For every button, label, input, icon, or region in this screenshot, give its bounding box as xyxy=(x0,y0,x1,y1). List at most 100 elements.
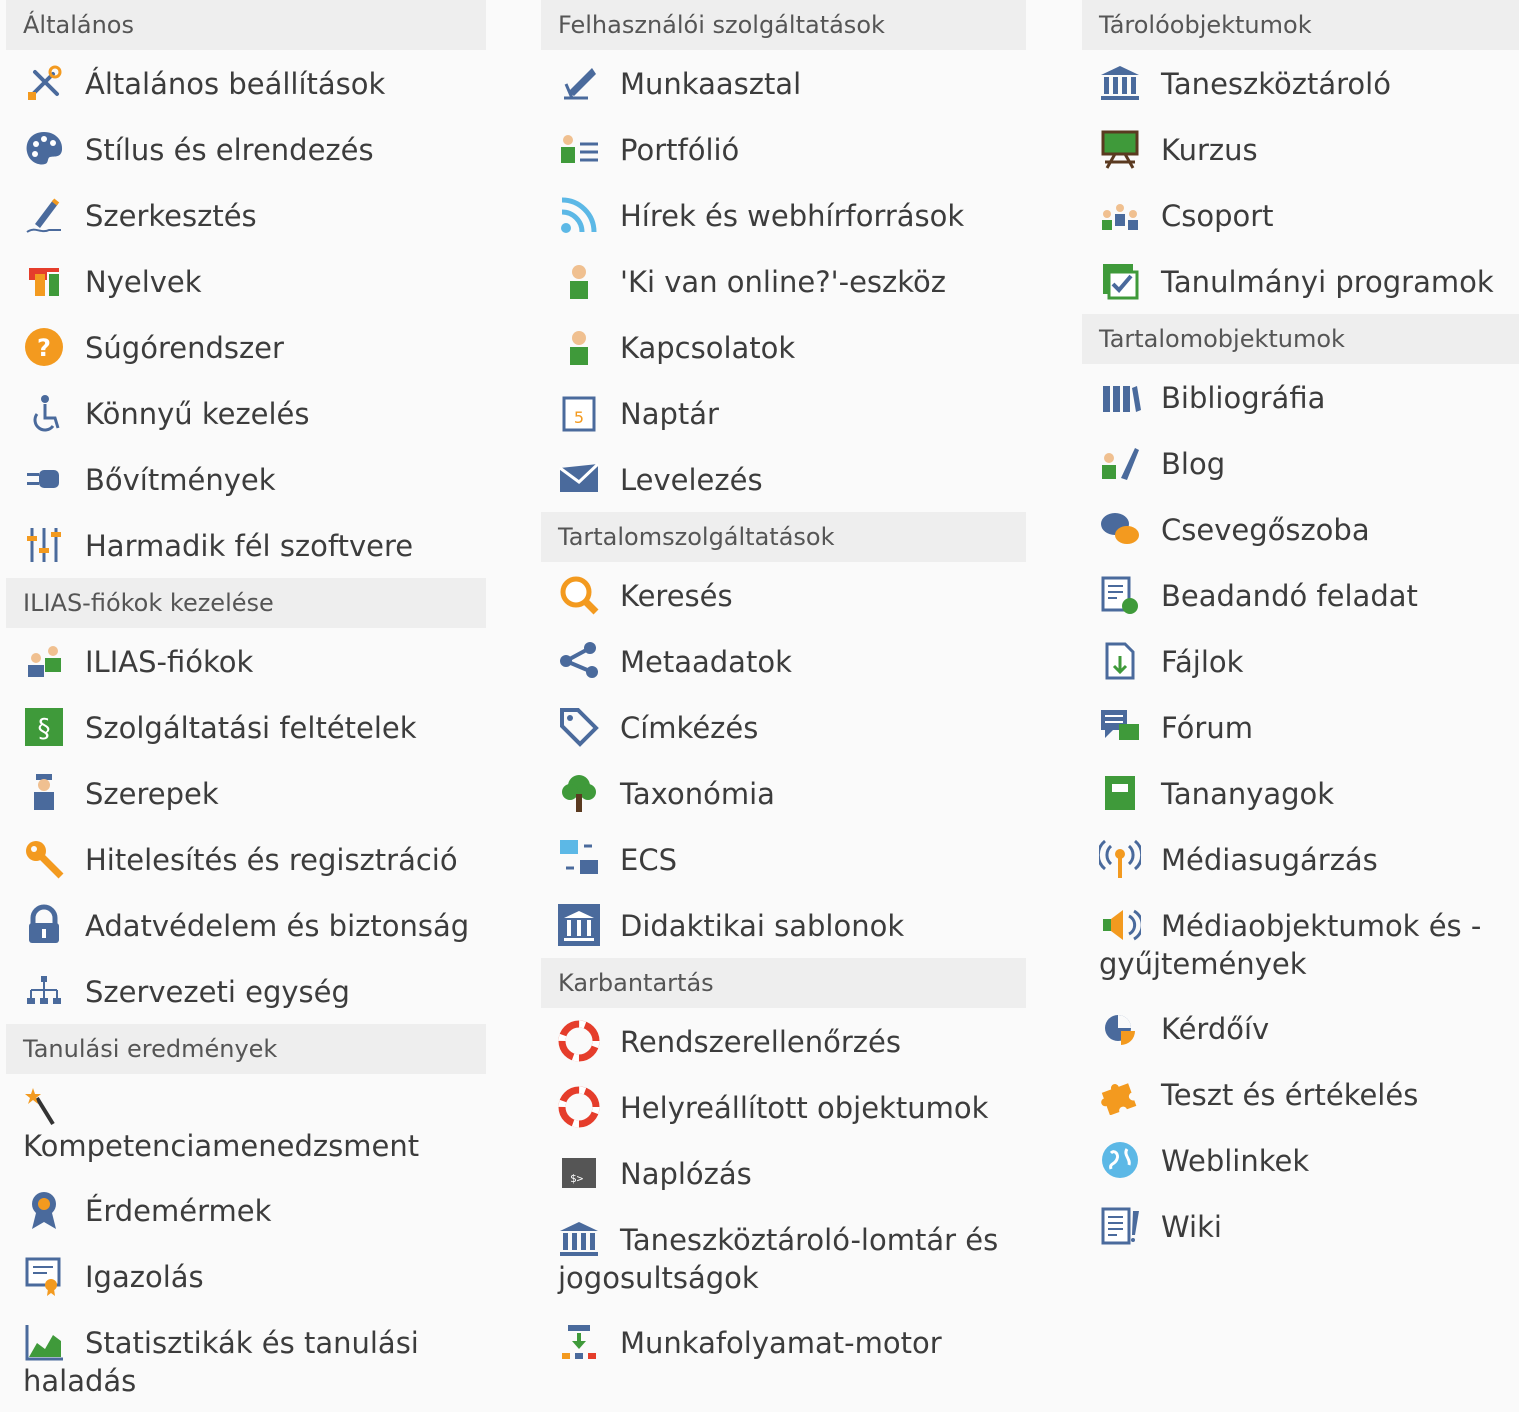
paragraph-icon: § xyxy=(23,706,69,748)
menu-item-hitelesites-es-regisztracio[interactable]: Hitelesítés és regisztráció xyxy=(6,826,486,892)
rss-icon xyxy=(558,194,604,236)
menu-item-label: Könnyű kezelés xyxy=(85,397,310,431)
menu-item-tanulmanyi-programok[interactable]: Tanulmányi programok xyxy=(1082,248,1519,314)
lifebuoy-icon xyxy=(558,1020,604,1062)
menu-item-label: Általános beállítások xyxy=(85,67,386,101)
menu-item-munkaasztal[interactable]: Munkaasztal xyxy=(541,50,1026,116)
menu-item-label: Keresés xyxy=(620,579,733,613)
menu-item-adatvedelem-es-biztonsag[interactable]: Adatvédelem és biztonság xyxy=(6,892,486,958)
accessibility-icon xyxy=(23,392,69,434)
menu-item-blog[interactable]: Blog xyxy=(1082,430,1519,496)
menu-item-ki-van-online-eszkoz[interactable]: 'Ki van online?'-eszköz xyxy=(541,248,1026,314)
menu-item-statisztikak-es-tanulasi-haladas[interactable]: Statisztikák és tanulási haladás xyxy=(6,1309,486,1412)
menu-item-label: Metaadatok xyxy=(620,645,792,679)
menu-item-csoport[interactable]: Csoport xyxy=(1082,182,1519,248)
menu-item-label: Érdemérmek xyxy=(85,1194,272,1228)
menu-item-label: Naplózás xyxy=(620,1157,752,1191)
menu-item-szervezeti-egyseg[interactable]: Szervezeti egység xyxy=(6,958,486,1024)
menu-item-bovitmenyek[interactable]: Bővítmények xyxy=(6,446,486,512)
menu-item-label: Igazolás xyxy=(85,1260,204,1294)
badge-icon xyxy=(23,1189,69,1231)
svg-text:5: 5 xyxy=(574,408,584,427)
key-icon xyxy=(23,838,69,880)
menu-item-helyreallitott-objektumok[interactable]: Helyreállított objektumok xyxy=(541,1074,1026,1140)
menu-item-nyelvek[interactable]: Nyelvek xyxy=(6,248,486,314)
menu-item-label: Szolgáltatási feltételek xyxy=(85,711,417,745)
menu-item-munkafolyamat-motor[interactable]: Munkafolyamat-motor xyxy=(541,1309,1026,1375)
menu-item-forum[interactable]: Fórum xyxy=(1082,694,1519,760)
menu-item-sugorendszer[interactable]: ? Súgórendszer xyxy=(6,314,486,380)
menu-item-mediasugarzas[interactable]: Médiasugárzás xyxy=(1082,826,1519,892)
menu-item-kurzus[interactable]: Kurzus xyxy=(1082,116,1519,182)
menu-item-igazolas[interactable]: Igazolás xyxy=(6,1243,486,1309)
menu-item-label: Szervezeti egység xyxy=(85,975,350,1009)
menu-item-szolgaltatasi-feltetelek[interactable]: § Szolgáltatási feltételek xyxy=(6,694,486,760)
desk-icon xyxy=(558,62,604,104)
puzzle-icon xyxy=(1099,1073,1145,1115)
menu-item-harmadik-fel-szoftvere[interactable]: Harmadik fél szoftvere xyxy=(6,512,486,578)
tag-icon xyxy=(558,706,604,748)
menu-item-erdemermek[interactable]: Érdemérmek xyxy=(6,1177,486,1243)
menu-item-label: ILIAS-fiókok xyxy=(85,645,254,679)
menu-item-kereses[interactable]: Keresés xyxy=(541,562,1026,628)
menu-item-naptar[interactable]: 5 Naptár xyxy=(541,380,1026,446)
forum-icon xyxy=(1099,706,1145,748)
menu-item-tananyagok[interactable]: Tananyagok xyxy=(1082,760,1519,826)
repository-icon xyxy=(1099,62,1145,104)
menu-item-naplozas[interactable]: $> Naplózás xyxy=(541,1140,1026,1206)
menu-item-cimkezes[interactable]: Címkézés xyxy=(541,694,1026,760)
menu-item-kapcsolatok[interactable]: Kapcsolatok xyxy=(541,314,1026,380)
menu-item-levelezes[interactable]: Levelezés xyxy=(541,446,1026,512)
menu-item-fajlok[interactable]: Fájlok xyxy=(1082,628,1519,694)
menu-item-beadando-feladat[interactable]: Beadandó feladat xyxy=(1082,562,1519,628)
menu-item-label: Blog xyxy=(1161,447,1226,481)
menu-item-label: Wiki xyxy=(1161,1210,1222,1244)
menu-item-bibliografia[interactable]: Bibliográfia xyxy=(1082,364,1519,430)
menu-item-ecs[interactable]: ECS xyxy=(541,826,1026,892)
menu-item-label: Kapcsolatok xyxy=(620,331,796,365)
menu-item-taneszkoztarolo[interactable]: Taneszköztároló xyxy=(1082,50,1519,116)
menu-item-wiki[interactable]: Wiki xyxy=(1082,1193,1519,1259)
certificate-icon xyxy=(23,1255,69,1297)
menu-item-label: Nyelvek xyxy=(85,265,202,299)
menu-item-hirek-es-webhirforrasok[interactable]: Hírek és webhírforrások xyxy=(541,182,1026,248)
menu-item-label: 'Ki van online?'-eszköz xyxy=(620,265,946,299)
menu-item-weblinkek[interactable]: Weblinkek xyxy=(1082,1127,1519,1193)
menu-item-kompetenciamenedzsment[interactable]: Kompetenciamenedzsment xyxy=(6,1074,486,1177)
menu-item-teszt-es-ertekeles[interactable]: Teszt és értékelés xyxy=(1082,1061,1519,1127)
tools-icon xyxy=(23,62,69,104)
menu-item-label: Naptár xyxy=(620,397,719,431)
menu-item-mediaobjektumok-es-gyujtemenyek[interactable]: Médiaobjektumok és -gyűjtemények xyxy=(1082,892,1519,995)
org-unit-icon xyxy=(23,970,69,1012)
menu-item-portfolio[interactable]: Portfólió xyxy=(541,116,1026,182)
section-header-karbantartas: Karbantartás xyxy=(541,958,1026,1008)
menu-item-label: Rendszerellenőrzés xyxy=(620,1025,901,1059)
section-header-tartalomobjektumok: Tartalomobjektumok xyxy=(1082,314,1519,364)
menu-item-taneszkoztarolo-lomtar-es-jogosultsagok[interactable]: Taneszköztároló-lomtár és jogosultságok xyxy=(541,1206,1026,1309)
menu-item-label: Bibliográfia xyxy=(1161,381,1326,415)
role-icon xyxy=(23,772,69,814)
menu-item-label: Taneszköztároló-lomtár és jogosultságok xyxy=(558,1223,999,1295)
menu-item-konnyu-kezeles[interactable]: Könnyű kezelés xyxy=(6,380,486,446)
learning-module-icon xyxy=(1099,772,1145,814)
menu-item-csevegoszoba[interactable]: Csevegőszoba xyxy=(1082,496,1519,562)
svg-text:§: § xyxy=(38,714,51,744)
menu-item-stilus-es-elrendezes[interactable]: Stílus és elrendezés xyxy=(6,116,486,182)
books-icon xyxy=(1099,376,1145,418)
menu-item-didaktikai-sablonok[interactable]: Didaktikai sablonok xyxy=(541,892,1026,958)
menu-item-label: Portfólió xyxy=(620,133,740,167)
mail-icon xyxy=(558,458,604,500)
course-icon xyxy=(1099,128,1145,170)
menu-item-szerepek[interactable]: Szerepek xyxy=(6,760,486,826)
menu-item-ilias-fiokok[interactable]: ILIAS-fiókok xyxy=(6,628,486,694)
menu-item-metaadatok[interactable]: Metaadatok xyxy=(541,628,1026,694)
menu-item-kerdoiv[interactable]: Kérdőív xyxy=(1082,995,1519,1061)
menu-item-taxonomia[interactable]: Taxonómia xyxy=(541,760,1026,826)
svg-text:$>: $> xyxy=(570,1172,584,1185)
menu-item-label: Hitelesítés és regisztráció xyxy=(85,843,458,877)
menu-item-altalanos-beallitasok[interactable]: Általános beállítások xyxy=(6,50,486,116)
menu-item-rendszerellenorzes[interactable]: Rendszerellenőrzés xyxy=(541,1008,1026,1074)
menu-item-label: Bővítmények xyxy=(85,463,276,497)
menu-item-szerkesztes[interactable]: Szerkesztés xyxy=(6,182,486,248)
pen-icon xyxy=(23,194,69,236)
